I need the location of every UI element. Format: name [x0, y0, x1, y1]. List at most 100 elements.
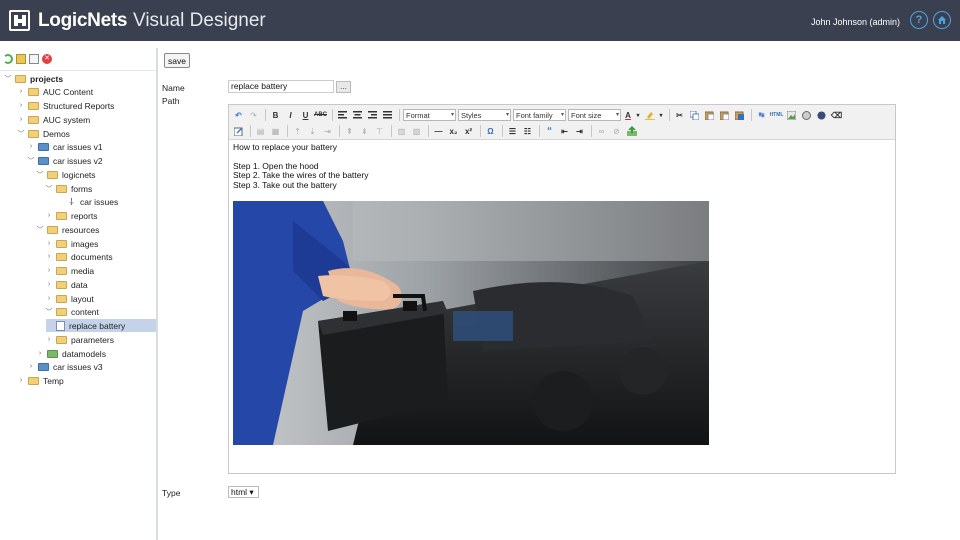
open-folder-icon[interactable] — [16, 54, 26, 64]
tree-item-reports[interactable]: › reports — [45, 209, 98, 222]
special-char-button[interactable]: Ω — [484, 125, 497, 138]
delete-icon[interactable]: ✕ — [42, 54, 52, 64]
current-user[interactable]: John Johnson (admin) — [811, 17, 900, 27]
delete-row-icon[interactable]: ⇥ — [321, 125, 334, 138]
tree-item-car-issues-v1[interactable]: › car issues v1 — [27, 140, 103, 153]
format-select[interactable]: Format ▾ — [403, 109, 456, 121]
copy-icon[interactable] — [688, 109, 701, 122]
col-before-icon[interactable]: ⇞ — [343, 125, 356, 138]
chevron-right-icon[interactable]: › — [27, 143, 35, 150]
highlight-color-icon[interactable] — [643, 109, 656, 122]
tree-item-logicnets[interactable]: ﹀ logicnets — [36, 168, 96, 181]
font-size-select[interactable]: Font size ▾ — [568, 109, 621, 121]
tree-item-data[interactable]: › data — [45, 278, 88, 291]
chevron-right-icon[interactable]: › — [45, 336, 53, 343]
chevron-down-icon[interactable]: ﹀ — [17, 129, 25, 139]
editor-content[interactable]: How to replace your battery Step 1. Open… — [233, 142, 893, 190]
redo-button[interactable]: ↷ — [247, 109, 260, 122]
chevron-down-icon[interactable]: ﹀ — [36, 225, 44, 235]
bold-button[interactable]: B — [269, 109, 282, 122]
align-justify-icon[interactable] — [381, 109, 394, 122]
subscript-button[interactable]: x₂ — [447, 125, 460, 138]
link-icon[interactable]: ∞ — [595, 125, 608, 138]
chevron-down-icon[interactable]: ▾ — [658, 109, 664, 122]
styles-select[interactable]: Styles ▾ — [458, 109, 511, 121]
paste-icon[interactable] — [703, 109, 716, 122]
paste-text-icon[interactable] — [718, 109, 731, 122]
table-props-icon[interactable]: ▦ — [269, 125, 282, 138]
tree-item-auc-system[interactable]: › AUC system — [17, 113, 90, 126]
tree-item-replace-battery[interactable]: replace battery — [46, 319, 156, 332]
chevron-right-icon[interactable]: › — [45, 253, 53, 260]
tree-item-datamodels[interactable]: › datamodels — [36, 347, 106, 360]
tree-item-parameters[interactable]: › parameters — [45, 333, 114, 346]
split-cells-icon[interactable]: ▧ — [410, 125, 423, 138]
preview-icon[interactable] — [800, 109, 813, 122]
chevron-right-icon[interactable]: › — [45, 281, 53, 288]
find-replace-icon[interactable]: ↹ — [755, 109, 768, 122]
chevron-right-icon[interactable]: › — [17, 88, 25, 95]
new-file-icon[interactable] — [29, 54, 39, 64]
text-color-button[interactable]: A — [623, 109, 633, 122]
tree-item-car-issues-v3[interactable]: › car issues v3 — [27, 360, 103, 373]
blockquote-button[interactable]: “ — [543, 125, 556, 138]
chevron-down-icon[interactable]: ▾ — [635, 109, 641, 122]
cut-icon[interactable]: ✂ — [673, 109, 686, 122]
image-icon[interactable] — [785, 109, 798, 122]
chevron-right-icon[interactable]: › — [17, 102, 25, 109]
chevron-right-icon[interactable]: › — [45, 267, 53, 274]
tree-item-forms[interactable]: ﹀ forms — [45, 182, 93, 195]
tree-item-projects[interactable]: ﹀ projects — [4, 72, 64, 85]
chevron-right-icon[interactable]: › — [27, 363, 35, 370]
font-family-select[interactable]: Font family ▾ — [513, 109, 566, 121]
paste-word-icon[interactable] — [733, 109, 746, 122]
chevron-down-icon[interactable]: ﹀ — [45, 184, 53, 194]
align-left-icon[interactable] — [336, 109, 349, 122]
indent-icon[interactable]: ⇥ — [573, 125, 586, 138]
tree-item-images[interactable]: › images — [45, 237, 99, 250]
chevron-down-icon[interactable]: ﹀ — [27, 156, 35, 166]
tree-item-resources[interactable]: ﹀ resources — [36, 223, 100, 236]
chevron-right-icon[interactable]: › — [17, 377, 25, 384]
eraser-icon[interactable]: ⌫ — [830, 109, 843, 122]
row-before-icon[interactable]: ⇡ — [291, 125, 304, 138]
horizontal-rule-button[interactable]: — — [432, 125, 445, 138]
spellcheck-icon[interactable] — [815, 109, 828, 122]
edit-icon[interactable] — [232, 125, 245, 138]
tree-item-content[interactable]: ﹀ content — [45, 305, 99, 318]
chevron-right-icon[interactable]: › — [45, 212, 53, 219]
home-icon[interactable] — [933, 11, 951, 29]
chevron-down-icon[interactable]: ﹀ — [4, 74, 12, 84]
numbered-list-icon[interactable]: ☷ — [521, 125, 534, 138]
superscript-button[interactable]: x² — [462, 125, 475, 138]
type-select[interactable]: html ▾ — [228, 486, 259, 498]
browse-button[interactable]: ... — [336, 81, 351, 93]
align-right-icon[interactable] — [366, 109, 379, 122]
name-field[interactable]: replace battery — [228, 80, 334, 93]
bullet-list-icon[interactable]: ☰ — [506, 125, 519, 138]
delete-col-icon[interactable]: ⊤ — [373, 125, 386, 138]
html-source-button[interactable]: HTML — [770, 109, 784, 122]
align-center-icon[interactable] — [351, 109, 364, 122]
save-button[interactable]: save — [164, 53, 190, 68]
insert-table-icon[interactable]: ▤ — [254, 125, 267, 138]
underline-button[interactable]: U — [299, 109, 312, 122]
tree-item-demos[interactable]: ﹀ Demos — [17, 127, 70, 140]
tree-item-car-issues[interactable]: ⸸ car issues — [56, 195, 118, 208]
tree-item-auc-content[interactable]: › AUC Content — [17, 85, 93, 98]
chevron-right-icon[interactable]: › — [45, 295, 53, 302]
tree-item-documents[interactable]: › documents — [45, 250, 113, 263]
tree-item-temp[interactable]: › Temp — [17, 374, 64, 387]
help-icon[interactable]: ? — [910, 11, 928, 29]
chevron-down-icon[interactable]: ﹀ — [36, 170, 44, 180]
chevron-down-icon[interactable]: ﹀ — [45, 307, 53, 317]
col-after-icon[interactable]: ⇟ — [358, 125, 371, 138]
tree-item-media[interactable]: › media — [45, 264, 94, 277]
merge-cells-icon[interactable]: ▥ — [395, 125, 408, 138]
chevron-right-icon[interactable]: › — [36, 350, 44, 357]
chevron-right-icon[interactable]: › — [45, 240, 53, 247]
undo-button[interactable]: ↶ — [232, 109, 245, 122]
tree-item-car-issues-v2[interactable]: ﹀ car issues v2 — [27, 154, 103, 167]
row-after-icon[interactable]: ⇣ — [306, 125, 319, 138]
tree-item-layout[interactable]: › layout — [45, 292, 94, 305]
